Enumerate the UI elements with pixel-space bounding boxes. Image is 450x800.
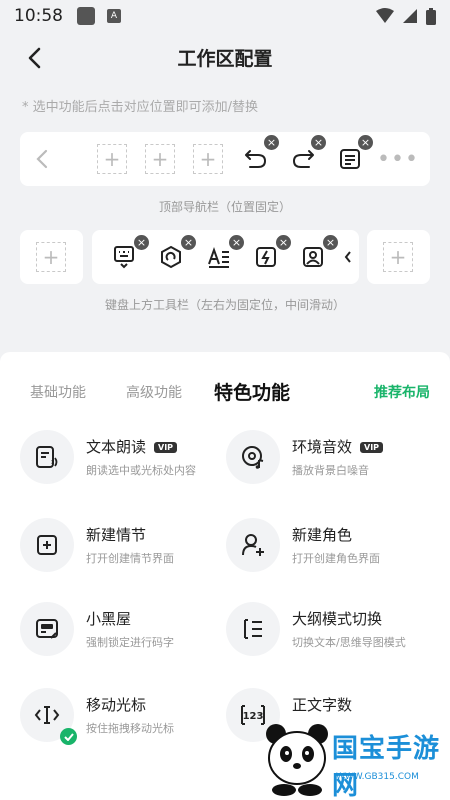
person-card-icon [303, 247, 323, 267]
outline-list-icon [226, 602, 280, 656]
feature-desc: 按住拖拽移动光标 [86, 722, 174, 735]
nav-empty-slot-1[interactable]: + [97, 144, 127, 174]
kb-tool-slot-2[interactable]: × [155, 235, 196, 273]
feature-new-character[interactable]: 新建角色 打开创建角色界面 [226, 518, 431, 578]
kb-right-fixed-slot[interactable]: + [367, 230, 430, 284]
top-nav-caption: 顶部导航栏（位置固定） [158, 200, 291, 214]
redo-icon [293, 150, 314, 168]
header: 工作区配置 [0, 36, 450, 80]
watermark: 国宝手游网 WWW.GB315.COM [262, 712, 450, 800]
feature-desc: 朗读选中或光标处内容 [86, 464, 196, 477]
remove-badge-icon[interactable]: × [134, 235, 149, 250]
feature-title: 新建角色 [292, 526, 353, 544]
kb-scroll-area[interactable]: × × × × × [92, 230, 359, 284]
signal-icon [403, 9, 417, 23]
battery-icon [426, 7, 436, 25]
feature-title: 移动光标 [86, 696, 147, 714]
undo-icon [245, 150, 266, 168]
kb-tool-slot-4[interactable]: × [250, 235, 291, 273]
remove-badge-icon[interactable]: × [264, 135, 279, 150]
kb-empty-slot-left[interactable]: + [36, 242, 66, 272]
feature-dark-room[interactable]: 小黑屋 强制锁定进行码字 [20, 602, 225, 662]
feature-desc: 强制锁定进行码字 [86, 636, 174, 649]
hexagon-icon [161, 245, 181, 269]
remove-badge-icon[interactable]: × [229, 235, 244, 250]
recommend-layout-link[interactable]: 推荐布局 [374, 382, 430, 402]
kb-tool-slot-3[interactable]: × [203, 235, 244, 273]
feature-desc: 打开创建角色界面 [292, 552, 380, 565]
nav-undo-slot[interactable]: × [240, 135, 279, 175]
panda-logo-icon [266, 724, 328, 796]
text-format-icon [208, 247, 229, 268]
kb-tool-slot-5[interactable]: × [297, 235, 338, 273]
nav-list-slot[interactable]: × [334, 135, 373, 175]
feature-desc: 播放背景白噪音 [292, 464, 369, 477]
tab-basic[interactable]: 基础功能 [30, 382, 86, 402]
list-doc-icon [340, 149, 360, 169]
notification-icon [77, 7, 95, 25]
feature-title: 小黑屋 [86, 610, 132, 628]
feature-desc: 打开创建情节界面 [86, 552, 174, 565]
watermark-url: WWW.GB315.COM [336, 772, 419, 782]
dark-room-icon [20, 602, 74, 656]
remove-badge-icon[interactable]: × [323, 235, 338, 250]
status-bar: 10:58 A [0, 0, 450, 32]
feature-outline-toggle[interactable]: 大纲模式切换 切换文本/思维导图模式 [226, 602, 431, 662]
more-dots-icon: ••• [377, 146, 419, 172]
top-nav-preview: + + + × × × ••• [20, 132, 430, 186]
tab-advanced[interactable]: 高级功能 [126, 382, 182, 402]
nav-empty-slot-2[interactable]: + [145, 144, 175, 174]
keyboard-hide-icon [114, 246, 134, 269]
remove-badge-icon[interactable]: × [311, 135, 326, 150]
music-disc-icon [226, 430, 280, 484]
status-icons [376, 7, 436, 25]
nav-redo-slot[interactable]: × [287, 135, 326, 175]
feature-text-read[interactable]: 文本朗读 VIP 朗读选中或光标处内容 [20, 430, 225, 490]
scroll-left-arrow-icon [338, 241, 358, 273]
feature-desc: 切换文本/思维导图模式 [292, 636, 406, 649]
add-person-icon [226, 518, 280, 572]
feature-title: 文本朗读 VIP [86, 436, 178, 457]
remove-badge-icon[interactable]: × [181, 235, 196, 250]
page-title: 工作区配置 [177, 48, 273, 70]
feature-move-cursor[interactable]: 移动光标 按住拖拽移动光标 [20, 688, 225, 748]
app-notification-icon: A [107, 9, 121, 23]
remove-badge-icon[interactable]: × [276, 235, 291, 250]
nav-empty-slot-3[interactable]: + [193, 144, 223, 174]
feature-title: 新建情节 [86, 526, 147, 544]
nav-back-arrow-icon [26, 143, 58, 175]
keyboard-toolbar-caption: 键盘上方工具栏（左右为固定位，中间滑动） [104, 298, 345, 312]
selected-check-icon [60, 728, 77, 745]
tab-featured[interactable]: 特色功能 [214, 378, 290, 405]
feature-ambient-sound[interactable]: 环境音效 VIP 播放背景白噪音 [226, 430, 431, 490]
hint-text: * 选中功能后点击对应位置即可添加/替换 [22, 100, 259, 115]
kb-left-fixed-slot[interactable]: + [20, 230, 83, 284]
kb-empty-slot-right[interactable]: + [383, 242, 413, 272]
svg-text:123: 123 [243, 711, 264, 722]
vip-badge: VIP [360, 442, 384, 453]
feature-title: 大纲模式切换 [292, 610, 383, 628]
speech-doc-icon [20, 430, 74, 484]
add-box-icon [20, 518, 74, 572]
flash-card-icon [256, 247, 276, 267]
wifi-icon [376, 8, 394, 23]
feature-title: 环境音效 VIP [292, 436, 384, 457]
watermark-text: 国宝手游网 [332, 734, 441, 800]
kb-tool-slot-1[interactable]: × [108, 235, 149, 273]
remove-badge-icon[interactable]: × [358, 135, 373, 150]
status-time: 10:58 [14, 6, 63, 26]
vip-badge: VIP [154, 442, 178, 453]
feature-new-plot[interactable]: 新建情节 打开创建情节界面 [20, 518, 225, 578]
